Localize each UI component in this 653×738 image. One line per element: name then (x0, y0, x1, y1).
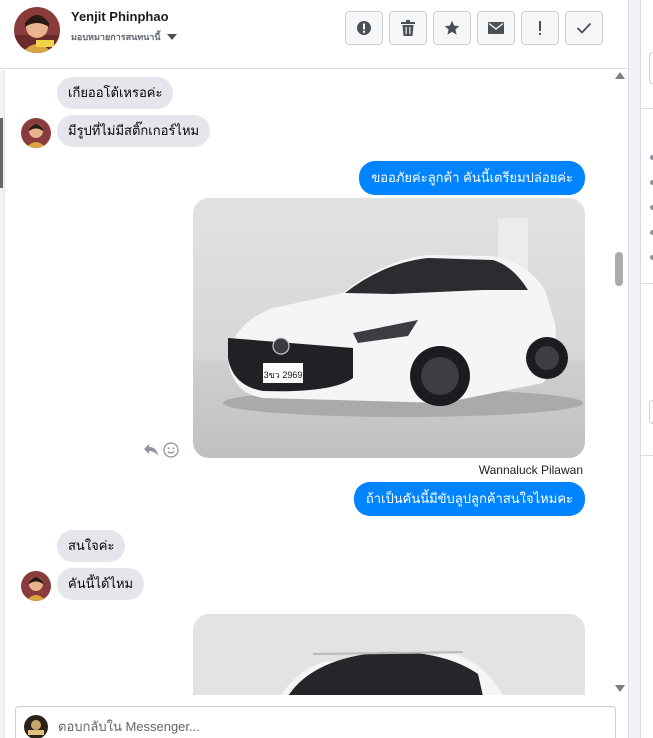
messenger-window: Yenjit Phinphao มอบหมายการสนทนานี้ เกียอ… (0, 0, 653, 738)
mark-done-button[interactable] (565, 11, 603, 45)
follow-up-button[interactable] (521, 11, 559, 45)
message-list[interactable]: เกียออโต้เหรอค่ะ มีรูปที่ไม่มีสติ๊กเกอร์… (6, 70, 612, 695)
star-button[interactable] (433, 11, 471, 45)
message-incoming[interactable]: มีรูปที่ไม่มีสติ๊กเกอร์ไหม (57, 115, 211, 147)
sender-name: Wannaluck Pilawan (478, 463, 583, 477)
conversation-header: Yenjit Phinphao มอบหมายการสนทนานี้ (0, 0, 628, 69)
assign-conversation-dropdown[interactable]: มอบหมายการสนทนานี้ (71, 30, 177, 44)
envelope-icon (488, 22, 504, 34)
reply-composer (15, 706, 616, 738)
alert-circle-icon (356, 20, 372, 36)
trash-icon (401, 20, 415, 36)
side-divider (641, 283, 653, 284)
star-icon (444, 20, 460, 36)
chat-panel: Yenjit Phinphao มอบหมายการสนทนานี้ เกียอ… (0, 0, 628, 738)
contact-avatar[interactable] (14, 7, 60, 53)
scroll-down-icon[interactable] (615, 685, 625, 692)
caret-down-icon (166, 34, 177, 40)
message-incoming[interactable]: คันนี้ได้ไหม (57, 568, 145, 600)
delete-button[interactable] (389, 11, 427, 45)
mark-unread-button[interactable] (477, 11, 515, 45)
message-incoming[interactable]: สนใจค่ะ (57, 530, 126, 562)
contact-details-panel (640, 0, 653, 738)
svg-text:3ขว 2969: 3ขว 2969 (264, 370, 303, 380)
check-icon (576, 22, 592, 34)
exclamation-icon (537, 20, 543, 36)
assign-label: มอบหมายการสนทนานี้ (71, 32, 161, 42)
side-field[interactable] (649, 400, 653, 424)
avatar (21, 571, 51, 601)
message-outgoing[interactable]: ขออภัยค่ะลูกค้า คันนี้เตรียมปล่อยค่ะ (359, 161, 585, 195)
emoji-react-icon[interactable] (163, 442, 179, 463)
car-photo-attachment[interactable]: 3ขว 2969 (193, 198, 585, 458)
panel-divider (628, 0, 640, 738)
page-avatar (24, 715, 48, 738)
reply-icon[interactable] (143, 443, 159, 462)
message-outgoing[interactable]: ถ้าเป็นคันนี้มีขับลูปลูกค้าสนใจไหมคะ (353, 482, 585, 516)
side-field[interactable] (649, 52, 653, 84)
message-actions (143, 442, 179, 463)
side-divider (641, 108, 653, 109)
car-photo-attachment[interactable] (193, 614, 585, 695)
side-divider (641, 455, 653, 456)
action-toolbar (345, 11, 603, 45)
left-scroll-indicator (0, 118, 3, 188)
scroll-up-icon[interactable] (615, 72, 625, 79)
contact-name[interactable]: Yenjit Phinphao (71, 9, 169, 24)
message-incoming[interactable]: เกียออโต้เหรอค่ะ (57, 77, 174, 109)
mark-spam-button[interactable] (345, 11, 383, 45)
avatar (21, 118, 51, 148)
scroll-thumb[interactable] (615, 252, 623, 286)
reply-input[interactable] (58, 719, 598, 734)
message-scrollbar[interactable] (612, 70, 628, 695)
